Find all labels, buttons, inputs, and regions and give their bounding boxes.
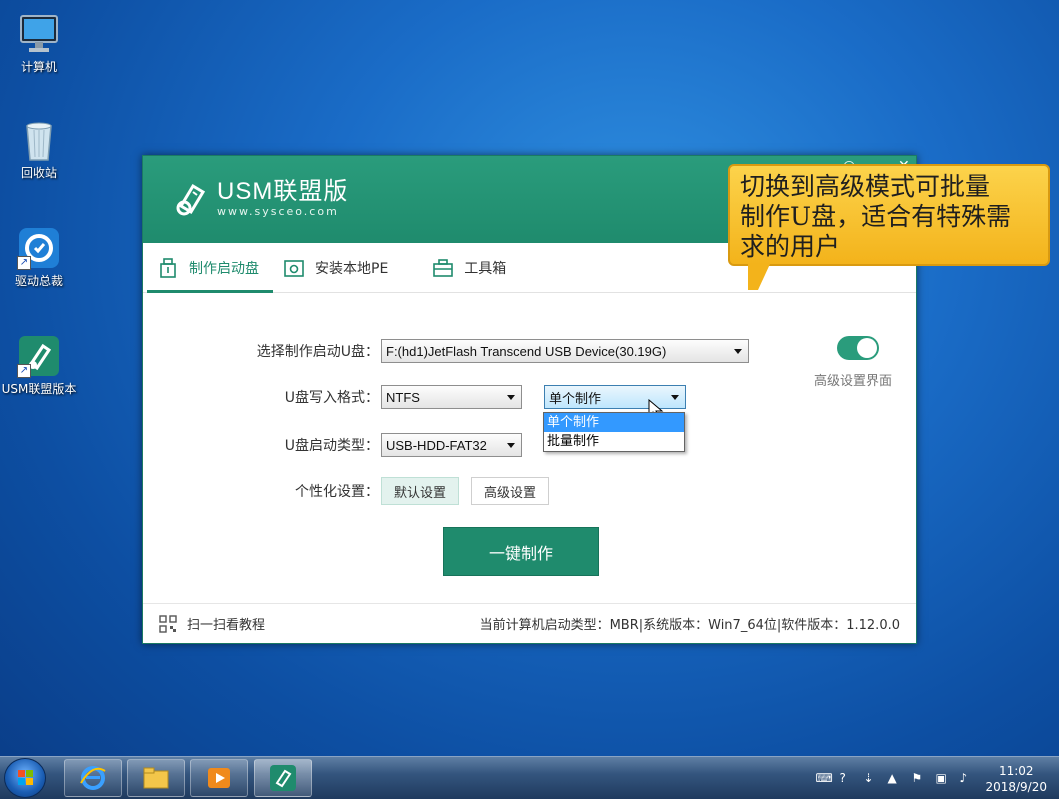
settings-box-icon — [284, 259, 304, 277]
app-title: USM联盟版 — [217, 177, 349, 205]
taskbar-media-player[interactable] — [190, 759, 248, 797]
qr-code-icon — [159, 614, 177, 633]
dropdown-option-single[interactable]: 单个制作 — [544, 413, 684, 432]
app-footer: 扫一扫看教程 当前计算机启动类型：MBR|系统版本：Win7_64位|软件版本：… — [143, 603, 916, 643]
desktop-icon-label: 回收站 — [20, 166, 57, 180]
clock[interactable]: 11:02 2018/9/20 — [985, 763, 1047, 795]
tip-callout: 切换到高级模式可批量 制作U盘，适合有特殊需 求的用户 — [728, 164, 1050, 266]
clock-time: 11:02 — [998, 763, 1034, 778]
format-value: NTFS — [386, 389, 420, 405]
personal-label: 个性化设置： — [295, 484, 379, 500]
boot-select[interactable]: USB-HDD-FAT32 — [381, 433, 522, 457]
dropdown-option-batch[interactable]: 批量制作 — [544, 432, 684, 451]
desktop-icon-label: 计算机 — [20, 60, 57, 74]
mode-value: 单个制作 — [549, 390, 602, 406]
boot-value: USB-HDD-FAT32 — [386, 437, 487, 453]
boot-row: U盘启动类型： USB-HDD-FAT32 — [239, 433, 522, 457]
tab-label: 安装本地PE — [315, 260, 389, 277]
drive-select[interactable]: F:(hd1)JetFlash Transcend USB Device(30.… — [381, 339, 749, 363]
tab-label: 制作启动盘 — [189, 260, 259, 277]
callout-tail — [748, 264, 770, 290]
usm-app-icon: ↗ — [17, 334, 61, 378]
mode-dropdown: 单个制作 批量制作 — [543, 412, 685, 452]
desktop-icon-label: 驱动总裁 — [14, 274, 63, 288]
desktop-icon-recycle-bin[interactable]: 回收站 — [0, 118, 78, 181]
chevron-down-icon — [671, 395, 679, 400]
personal-row: 个性化设置： 默认设置 高级设置 — [239, 477, 549, 505]
drive-row: 选择制作启动U盘： F:(hd1)JetFlash Transcend USB … — [239, 339, 749, 363]
keyboard-icon[interactable]: ⌨ — [815, 771, 832, 787]
chevron-down-icon — [507, 443, 515, 448]
tab-make-boot-disk[interactable]: 制作启动盘 — [147, 243, 273, 293]
shortcut-arrow-icon: ↗ — [17, 364, 31, 378]
format-row: U盘写入格式： NTFS 单个制作 — [239, 385, 686, 409]
desktop-icon-driver[interactable]: ↗ 驱动总裁 — [0, 226, 78, 289]
app-logo: USM联盟版 www.sysceo.com — [173, 178, 348, 218]
driver-app-icon: ↗ — [17, 226, 61, 270]
taskbar-explorer[interactable] — [127, 759, 185, 797]
toolbox-icon — [433, 258, 454, 277]
windows-logo-icon — [18, 770, 33, 785]
make-button[interactable]: 一键制作 — [443, 527, 599, 576]
clock-date: 2018/9/20 — [985, 779, 1047, 794]
network-icon[interactable]: ▣ — [935, 771, 951, 787]
media-player-icon — [208, 768, 230, 788]
drive-label: 选择制作启动U盘： — [256, 344, 379, 360]
desktop-icon-label: USM联盟版本 — [1, 382, 77, 396]
recycle-bin-icon — [17, 118, 61, 162]
system-tray: ⌨ ? ⇣ ▲ ⚑ ▣ ♪ 11:02 2018/9/20 — [811, 757, 1047, 799]
boot-label: U盘启动类型： — [284, 438, 379, 454]
help-tray-icon[interactable]: ? — [839, 771, 855, 787]
volume-icon[interactable]: ♪ — [959, 771, 975, 787]
ie-icon — [80, 766, 106, 790]
tutorial-link[interactable]: 扫一扫看教程 — [187, 614, 265, 633]
app-website: www.sysceo.com — [217, 204, 339, 218]
mode-select[interactable]: 单个制作 — [544, 385, 686, 409]
computer-icon — [17, 12, 61, 56]
desktop-icon-usm[interactable]: ↗ USM联盟版本 — [0, 334, 78, 397]
usm-logo-icon — [176, 183, 206, 216]
callout-line: 切换到高级模式可批量 — [740, 172, 991, 201]
usm-app-icon — [270, 765, 296, 791]
system-info: 当前计算机启动类型：MBR|系统版本：Win7_64位|软件版本：1.12.0.… — [479, 618, 900, 633]
tab-install-pe[interactable]: 安装本地PE — [273, 243, 402, 292]
action-center-icon[interactable]: ⚑ — [911, 771, 927, 787]
taskbar: ⌨ ? ⇣ ▲ ⚑ ▣ ♪ 11:02 2018/9/20 — [0, 756, 1059, 799]
format-select[interactable]: NTFS — [381, 385, 522, 409]
tab-label: 工具箱 — [464, 260, 507, 277]
desktop-icon-computer[interactable]: 计算机 — [0, 12, 78, 75]
input-method-icon[interactable]: ⇣ — [863, 771, 879, 787]
show-hidden-icons-icon[interactable]: ▲ — [887, 771, 903, 787]
default-settings-button[interactable]: 默认设置 — [381, 477, 459, 505]
shortcut-arrow-icon: ↗ — [17, 256, 31, 270]
desktop: 计算机 回收站 ↗ 驱动总裁 ↗ USM联盟版本 USM联盟版 www.sysc… — [0, 0, 1059, 756]
advanced-mode-label: 高级设置界面 — [814, 374, 893, 389]
advanced-settings-button[interactable]: 高级设置 — [471, 477, 549, 505]
explorer-icon — [143, 767, 169, 789]
callout-line: 求的用户 — [740, 232, 841, 261]
chevron-down-icon — [507, 395, 515, 400]
taskbar-ie[interactable] — [64, 759, 122, 797]
chevron-down-icon — [734, 349, 742, 354]
format-label: U盘写入格式： — [284, 390, 379, 406]
drive-value: F:(hd1)JetFlash Transcend USB Device(30.… — [386, 343, 667, 359]
taskbar-usm[interactable] — [254, 759, 312, 797]
callout-line: 制作U盘，适合有特殊需 — [740, 202, 1012, 231]
start-button[interactable] — [4, 758, 46, 798]
advanced-mode-toggle[interactable] — [837, 336, 879, 360]
tab-toolbox[interactable]: 工具箱 — [422, 243, 520, 292]
usb-icon — [160, 257, 176, 278]
